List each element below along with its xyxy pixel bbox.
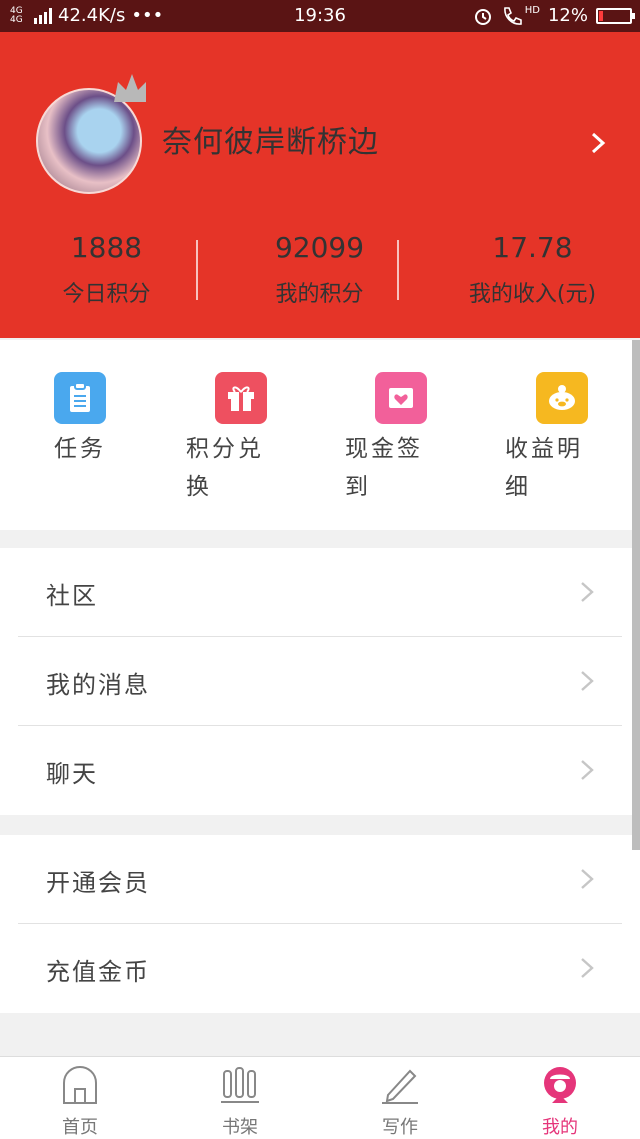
tab-write[interactable]: 写作 — [350, 1065, 450, 1139]
chevron-right-icon — [581, 760, 594, 780]
menu-item-chat[interactable]: 聊天 — [0, 726, 640, 815]
quick-action-points-exchange[interactable]: 积分兑换 — [186, 372, 286, 506]
menu-item-label: 我的消息 — [46, 671, 150, 699]
menu-group-account: 开通会员 充值金币 — [0, 835, 640, 1013]
stat-my-income[interactable]: 17.78 我的收入(元) — [426, 230, 639, 308]
home-icon — [63, 1065, 97, 1104]
stat-today-points[interactable]: 1888 今日积分 — [0, 230, 213, 308]
chevron-right-icon[interactable] — [588, 132, 608, 154]
clipboard-icon — [54, 372, 106, 424]
alarm-icon — [474, 8, 491, 25]
stat-value: 17.78 — [492, 231, 573, 264]
piggy-bank-icon — [536, 372, 588, 424]
tab-home[interactable]: 首页 — [30, 1065, 130, 1139]
divider — [196, 240, 198, 300]
quick-action-tasks[interactable]: 任务 — [54, 372, 194, 468]
pencil-icon — [382, 1069, 418, 1104]
stat-label: 今日积分 — [62, 282, 151, 307]
menu-item-recharge-coins[interactable]: 充值金币 — [0, 924, 640, 1013]
stat-my-points[interactable]: 92099 我的积分 — [213, 230, 426, 308]
stat-value: 1888 — [70, 231, 143, 264]
stats-row: 1888 今日积分 92099 我的积分 17.78 我的收入(元) — [0, 230, 640, 308]
stat-label: 我的收入(元) — [468, 282, 597, 307]
profile-icon — [544, 1067, 576, 1103]
menu-item-label: 社区 — [46, 582, 98, 610]
bookshelf-icon — [221, 1067, 259, 1103]
menu-group-social: 社区 我的消息 聊天 — [0, 548, 640, 815]
chevron-right-icon — [581, 869, 594, 889]
quick-action-label: 任务 — [54, 436, 106, 462]
clock: 19:36 — [294, 5, 346, 26]
quick-action-label: 积分兑换 — [186, 436, 264, 500]
chevron-right-icon — [581, 958, 594, 978]
scrollbar[interactable] — [632, 340, 640, 850]
quick-action-label: 现金签到 — [345, 436, 423, 500]
quick-action-label: 收益明细 — [505, 436, 583, 500]
username[interactable]: 奈何彼岸断桥边 — [162, 117, 379, 161]
quick-action-cash-checkin[interactable]: 现金签到 — [345, 372, 445, 506]
chevron-right-icon — [581, 671, 594, 691]
quick-actions: 任务 积分兑换 现金签到 收益明细 — [0, 340, 640, 530]
hd-indicator: HD — [524, 5, 540, 16]
menu-item-community[interactable]: 社区 — [0, 548, 640, 637]
bottom-tab-bar: 首页 书架 写作 我的 — [0, 1056, 640, 1139]
tab-label: 我的 — [542, 1117, 578, 1138]
menu-item-my-messages[interactable]: 我的消息 — [0, 637, 640, 726]
tab-bookshelf[interactable]: 书架 — [190, 1065, 290, 1139]
battery-icon — [596, 7, 635, 24]
stat-value: 92099 — [274, 231, 365, 264]
battery-percent: 12% — [547, 5, 588, 26]
envelope-icon — [375, 372, 427, 424]
tab-label: 书架 — [222, 1117, 258, 1138]
gift-icon — [215, 372, 267, 424]
call-icon — [503, 6, 522, 25]
menu-item-label: 聊天 — [46, 760, 98, 788]
stat-label: 我的积分 — [275, 282, 364, 307]
tab-label: 首页 — [62, 1117, 98, 1138]
menu-item-open-membership[interactable]: 开通会员 — [0, 835, 640, 924]
tab-label: 写作 — [382, 1117, 418, 1138]
tab-mine[interactable]: 我的 — [510, 1065, 610, 1139]
crown-icon — [114, 74, 146, 102]
status-bar: 4G 4G 42.4K/s ••• 19:36 HD 12% — [0, 0, 640, 32]
menu-item-label: 开通会员 — [46, 869, 150, 897]
quick-action-earnings-detail[interactable]: 收益明细 — [505, 372, 605, 506]
menu-item-label: 充值金币 — [46, 958, 150, 986]
divider — [397, 240, 399, 300]
chevron-right-icon — [581, 582, 594, 602]
